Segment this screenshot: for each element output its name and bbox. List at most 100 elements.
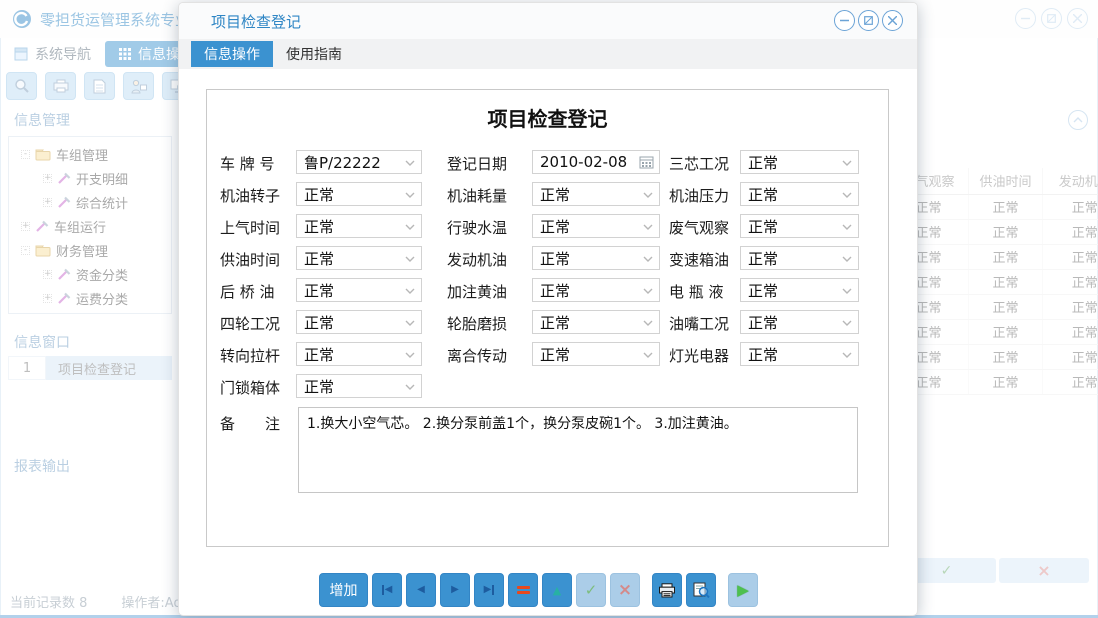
- chevron-down-icon: [405, 288, 415, 294]
- status-select[interactable]: 正常: [740, 214, 859, 238]
- chevron-down-icon: [643, 224, 653, 230]
- print-button[interactable]: [652, 573, 682, 607]
- status-select[interactable]: 正常: [296, 214, 422, 238]
- select-value: 正常: [540, 248, 570, 269]
- chevron-down-icon: [842, 192, 852, 198]
- field-label: 加注黄油: [447, 281, 507, 302]
- project-inspection-dialog: 项目检查登记 信息操作 使用指南 项目检查登记 车 牌 号鲁P/22222登记日…: [178, 2, 918, 616]
- chevron-down-icon: [842, 352, 852, 358]
- field-label: 上气时间: [220, 217, 280, 238]
- form-grid: 车 牌 号鲁P/22222登记日期2010-02-08三芯工况正常机油转子正常机…: [207, 150, 888, 406]
- select-value: 正常: [304, 280, 334, 301]
- select-value: 鲁P/22222: [304, 152, 381, 173]
- add-button[interactable]: 增加: [319, 573, 368, 607]
- status-select[interactable]: 正常: [740, 310, 859, 334]
- field-label: 供油时间: [220, 249, 280, 270]
- next-record-icon: ▶: [451, 585, 459, 595]
- last-record-button[interactable]: ▶: [474, 573, 504, 607]
- remark-label: 备 注: [220, 413, 280, 434]
- form-title: 项目检查登记: [207, 103, 888, 132]
- field-label: 机油耗量: [447, 185, 507, 206]
- status-select[interactable]: 正常: [296, 246, 422, 270]
- register-date-input[interactable]: 2010-02-08: [532, 150, 660, 174]
- modal-tabbar: 信息操作 使用指南: [179, 39, 917, 69]
- form-row: 门锁箱体正常: [207, 374, 888, 406]
- field-label: 灯光电器: [669, 345, 729, 366]
- delete-record-button[interactable]: [508, 573, 538, 607]
- status-select[interactable]: 正常: [740, 342, 859, 366]
- confirm-button[interactable]: ✓: [576, 573, 606, 607]
- status-select[interactable]: 正常: [296, 310, 422, 334]
- modal-close-button[interactable]: [882, 10, 903, 31]
- cancel-button[interactable]: ×: [610, 573, 640, 607]
- form-row: 四轮工况正常轮胎磨损正常油嘴工况正常: [207, 310, 888, 342]
- calendar-icon[interactable]: [639, 155, 654, 169]
- printer-icon: [658, 583, 676, 598]
- run-button[interactable]: ▶: [728, 573, 758, 607]
- chevron-down-icon: [643, 192, 653, 198]
- select-value: 正常: [540, 216, 570, 237]
- button-label: 增加: [330, 580, 358, 600]
- field-label: 后 桥 油: [220, 281, 275, 302]
- select-value: 正常: [540, 184, 570, 205]
- status-select[interactable]: 正常: [296, 342, 422, 366]
- select-value: 正常: [540, 280, 570, 301]
- status-select[interactable]: 正常: [740, 182, 859, 206]
- status-select[interactable]: 正常: [532, 214, 660, 238]
- plate-number-select[interactable]: 鲁P/22222: [296, 150, 422, 174]
- chevron-down-icon: [643, 256, 653, 262]
- status-select[interactable]: 正常: [296, 278, 422, 302]
- next-record-button[interactable]: ▶: [440, 573, 470, 607]
- status-select[interactable]: 正常: [740, 246, 859, 270]
- select-value: 正常: [748, 184, 778, 205]
- modal-tab-info-operation[interactable]: 信息操作: [191, 41, 273, 67]
- chevron-down-icon: [643, 288, 653, 294]
- form-row: 机油转子正常机油耗量正常机油压力正常: [207, 182, 888, 214]
- status-select[interactable]: 正常: [740, 150, 859, 174]
- check-icon: ✓: [585, 583, 598, 598]
- chevron-down-icon: [842, 320, 852, 326]
- status-select[interactable]: 正常: [296, 374, 422, 398]
- status-select[interactable]: 正常: [532, 278, 660, 302]
- modal-window-controls: [834, 10, 903, 31]
- modal-tab-guide[interactable]: 使用指南: [273, 41, 355, 67]
- chevron-down-icon: [842, 288, 852, 294]
- status-select[interactable]: 正常: [740, 278, 859, 302]
- select-value: 正常: [304, 216, 334, 237]
- chevron-down-icon: [842, 256, 852, 262]
- field-label: 机油压力: [669, 185, 729, 206]
- select-value: 正常: [748, 216, 778, 237]
- inspection-form: 项目检查登记 车 牌 号鲁P/22222登记日期2010-02-08三芯工况正常…: [206, 89, 889, 547]
- prev-record-button[interactable]: ◀: [406, 573, 436, 607]
- status-select[interactable]: 正常: [532, 342, 660, 366]
- status-select[interactable]: 正常: [296, 182, 422, 206]
- print-preview-button[interactable]: [686, 573, 716, 607]
- select-value: 正常: [304, 248, 334, 269]
- edit-icon: ▲: [553, 585, 561, 596]
- field-label: 油嘴工况: [669, 313, 729, 334]
- first-record-button[interactable]: ◀: [372, 573, 402, 607]
- last-record-icon: ▶: [484, 585, 495, 595]
- select-value: 正常: [748, 248, 778, 269]
- status-select[interactable]: 正常: [532, 246, 660, 270]
- select-value: 正常: [304, 184, 334, 205]
- remark-textarea[interactable]: 1.换大小空气芯。 2.换分泵前盖1个，换分泵皮碗1个。 3.加注黄油。: [298, 407, 858, 493]
- chevron-down-icon: [405, 352, 415, 358]
- form-row: 上气时间正常行驶水温正常废气观察正常: [207, 214, 888, 246]
- status-select[interactable]: 正常: [532, 182, 660, 206]
- field-label: 发动机油: [447, 249, 507, 270]
- select-value: 正常: [748, 280, 778, 301]
- select-value: 正常: [748, 152, 778, 173]
- field-label: 转向拉杆: [220, 345, 280, 366]
- field-label: 机油转子: [220, 185, 280, 206]
- edit-record-button[interactable]: ▲: [542, 573, 572, 607]
- chevron-down-icon: [405, 224, 415, 230]
- select-value: 正常: [304, 312, 334, 333]
- modal-minimize-button[interactable]: [834, 10, 855, 31]
- modal-maximize-button[interactable]: [858, 10, 879, 31]
- select-value: 正常: [748, 312, 778, 333]
- status-select[interactable]: 正常: [532, 310, 660, 334]
- chevron-down-icon: [842, 224, 852, 230]
- modal-titlebar: 项目检查登记: [179, 3, 917, 39]
- application-window: 零担货运管理系统专业版 系统导航: [0, 0, 1098, 618]
